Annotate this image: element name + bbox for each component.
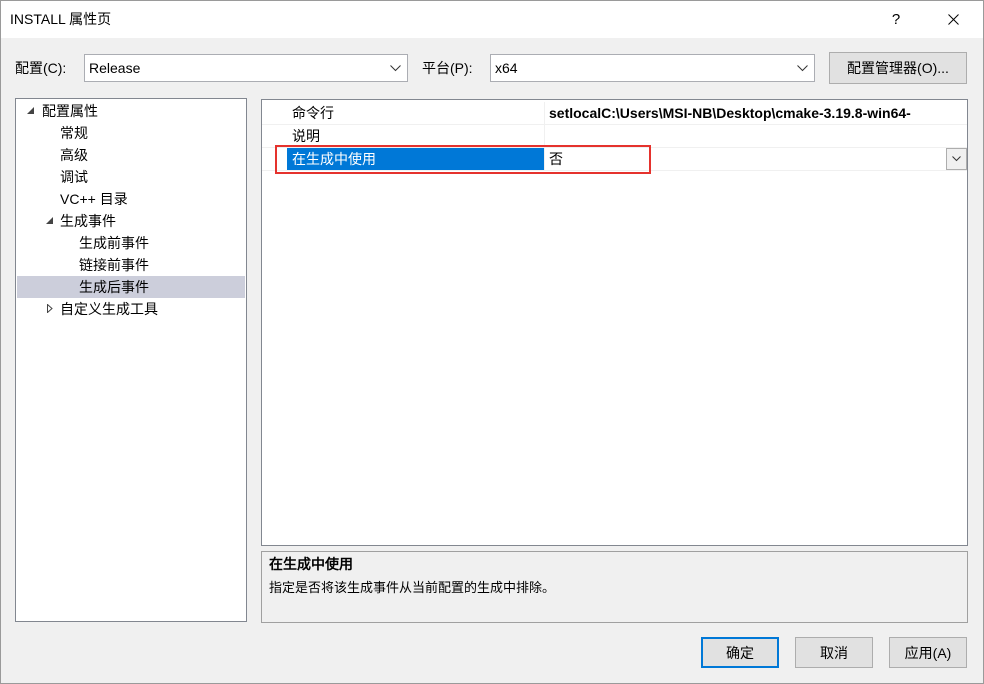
tree-item-post-build-event[interactable]: 生成后事件 (17, 276, 245, 298)
tree-item-label: VC++ 目录 (60, 191, 128, 207)
row-gutter (262, 148, 287, 170)
tree-item-label: 配置属性 (42, 103, 98, 119)
tree-item-label: 生成前事件 (79, 235, 149, 251)
property-value[interactable]: setlocalC:\Users\MSI-NB\Desktop\cmake-3.… (545, 102, 967, 124)
description-title: 在生成中使用 (269, 556, 353, 572)
help-button[interactable]: ? (874, 0, 918, 38)
property-grid[interactable]: 命令行 setlocalC:\Users\MSI-NB\Desktop\cmak… (261, 99, 968, 546)
description-panel: 在生成中使用 指定是否将该生成事件从当前配置的生成中排除。 (261, 551, 968, 623)
tree-list: 配置属性 常规 高级 调试 VC++ 目录 生成事件 生成前事件 链接前事件 生… (16, 100, 246, 320)
config-combo[interactable]: Release (84, 54, 408, 82)
property-value: 否 (549, 151, 563, 167)
tree-item-debugging[interactable]: 调试 (17, 166, 245, 188)
tree-item-build-events[interactable]: 生成事件 (17, 210, 245, 232)
property-value[interactable] (545, 125, 967, 147)
category-tree[interactable]: 配置属性 常规 高级 调试 VC++ 目录 生成事件 生成前事件 链接前事件 生… (15, 98, 247, 622)
config-label: 配置(C): (15, 60, 67, 76)
chevron-down-icon (797, 65, 808, 72)
ok-button[interactable]: 确定 (701, 637, 779, 668)
collapsed-arrow-icon[interactable] (45, 304, 54, 313)
tree-item-label: 常规 (60, 125, 88, 141)
close-icon (947, 13, 959, 25)
tree-item-label: 生成事件 (60, 213, 116, 229)
title-bar: INSTALL 属性页 ? (0, 0, 984, 38)
chevron-down-icon (952, 156, 961, 162)
property-row-use-in-build[interactable]: 在生成中使用 否 (262, 148, 967, 171)
row-gutter (262, 102, 287, 124)
close-button[interactable] (930, 0, 976, 38)
platform-combo-value: x64 (495, 60, 518, 76)
property-name: 命令行 (287, 102, 545, 124)
cancel-button[interactable]: 取消 (795, 637, 873, 668)
tree-item-custom-build-tool[interactable]: 自定义生成工具 (17, 298, 245, 320)
property-grid-rows: 命令行 setlocalC:\Users\MSI-NB\Desktop\cmak… (262, 102, 967, 171)
platform-combo[interactable]: x64 (490, 54, 815, 82)
property-pages-dialog: INSTALL 属性页 ? 配置(C): Release 平台(P): x64 … (0, 0, 984, 684)
description-text: 指定是否将该生成事件从当前配置的生成中排除。 (269, 580, 556, 595)
tree-item-advanced[interactable]: 高级 (17, 144, 245, 166)
tree-item-pre-link-event[interactable]: 链接前事件 (17, 254, 245, 276)
property-value-combo[interactable]: 否 (545, 148, 967, 170)
tree-item-label: 调试 (60, 169, 88, 185)
property-name: 说明 (287, 125, 545, 147)
property-row-command-line[interactable]: 命令行 setlocalC:\Users\MSI-NB\Desktop\cmak… (262, 102, 967, 125)
tree-item-vc-directories[interactable]: VC++ 目录 (17, 188, 245, 210)
value-dropdown-button[interactable] (946, 148, 967, 170)
platform-label: 平台(P): (422, 60, 473, 76)
config-combo-value: Release (89, 60, 141, 76)
expanded-arrow-icon[interactable] (45, 216, 54, 225)
tree-item-pre-build-event[interactable]: 生成前事件 (17, 232, 245, 254)
configuration-manager-button[interactable]: 配置管理器(O)... (829, 52, 967, 84)
tree-item-label: 链接前事件 (79, 257, 149, 273)
tree-item-label: 自定义生成工具 (60, 301, 158, 317)
tree-item-general[interactable]: 常规 (17, 122, 245, 144)
row-gutter (262, 125, 287, 147)
expanded-arrow-icon[interactable] (26, 106, 35, 115)
tree-item-label: 生成后事件 (79, 279, 149, 295)
apply-button[interactable]: 应用(A) (889, 637, 967, 668)
tree-item-label: 高级 (60, 147, 88, 163)
property-name: 在生成中使用 (287, 148, 545, 170)
property-row-description[interactable]: 说明 (262, 125, 967, 148)
tree-item-config-properties[interactable]: 配置属性 (17, 100, 245, 122)
window-title: INSTALL 属性页 (10, 11, 112, 27)
chevron-down-icon (390, 65, 401, 72)
